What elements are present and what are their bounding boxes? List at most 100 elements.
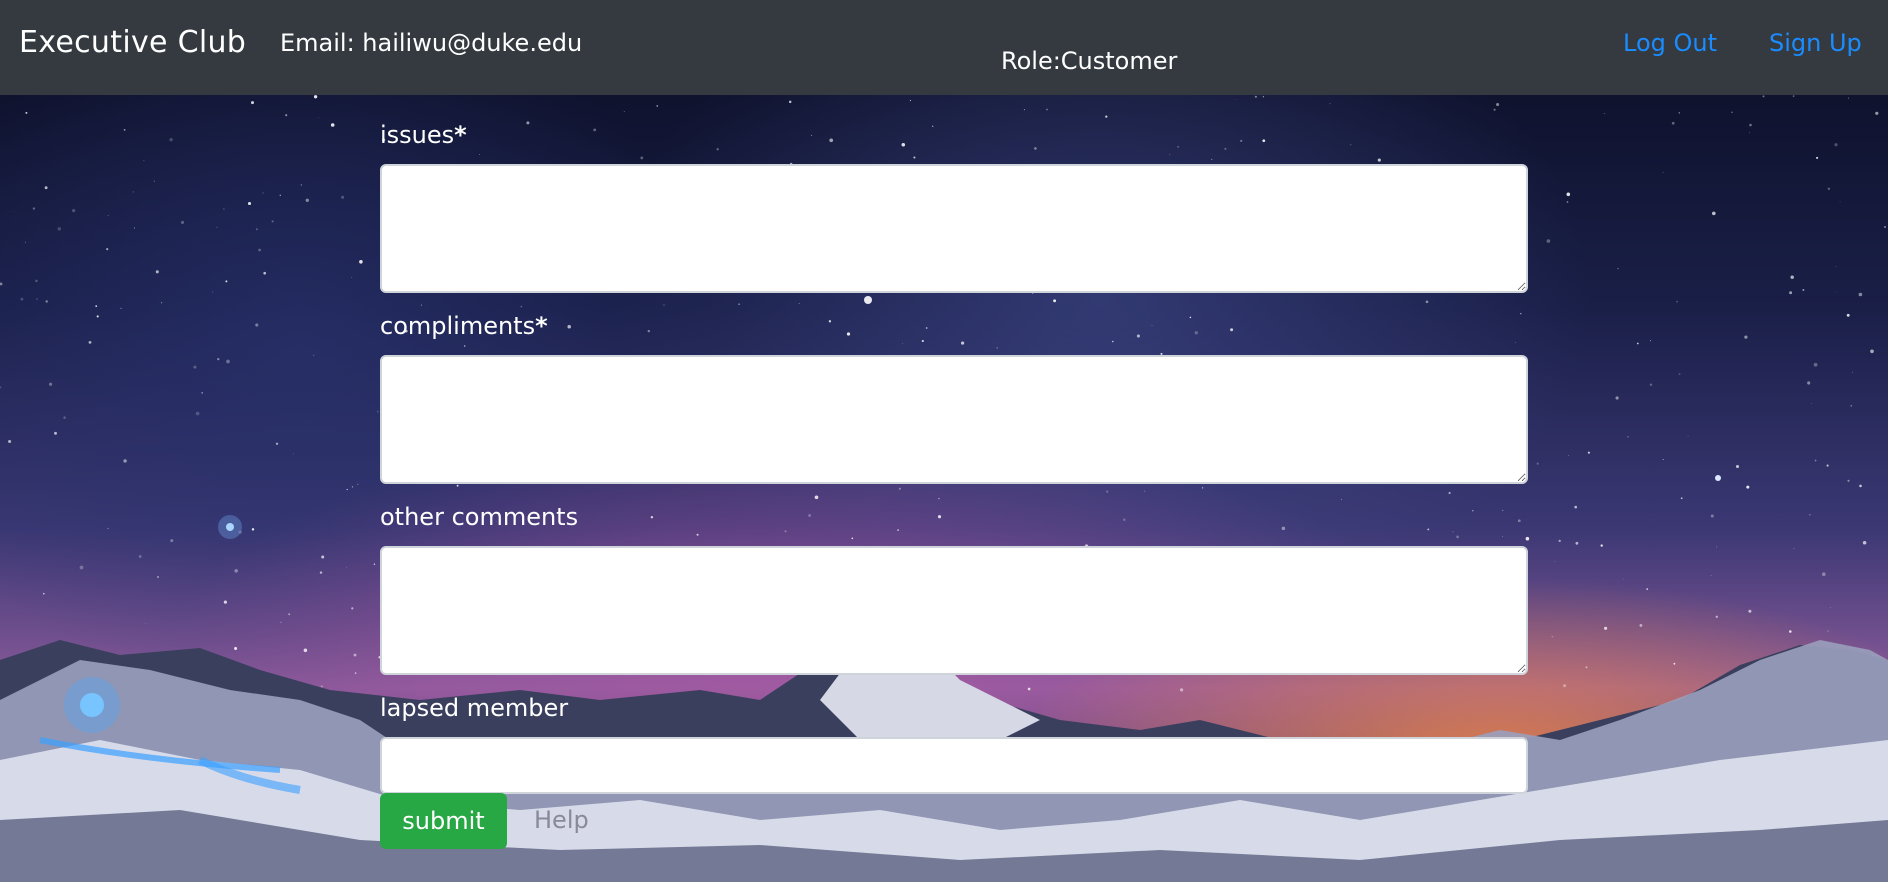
star — [279, 194, 282, 197]
other-comments-label: other comments — [380, 502, 1528, 532]
star — [1546, 239, 1551, 243]
other-comments-label-text: other comments — [380, 503, 579, 531]
star — [13, 210, 14, 212]
star — [1875, 111, 1879, 115]
star — [1558, 539, 1561, 543]
star — [1827, 187, 1831, 191]
star — [217, 357, 220, 361]
star — [1858, 292, 1863, 297]
signup-link[interactable]: Sign Up — [1769, 29, 1862, 57]
star — [1615, 396, 1619, 400]
star — [1574, 505, 1578, 509]
issues-label: issues* — [380, 120, 1528, 150]
submit-button[interactable]: submit — [380, 793, 507, 849]
star — [788, 100, 792, 104]
star — [251, 101, 254, 105]
star — [157, 576, 159, 578]
star — [123, 459, 127, 463]
star — [170, 539, 174, 543]
star — [45, 300, 48, 303]
star — [623, 111, 625, 112]
other-comments-textarea[interactable] — [380, 546, 1528, 675]
star — [351, 277, 353, 278]
star — [1710, 575, 1712, 576]
star — [318, 116, 319, 118]
star — [263, 271, 267, 275]
star — [32, 207, 36, 210]
star — [72, 208, 76, 213]
star — [1496, 102, 1500, 107]
star — [1676, 301, 1678, 303]
star — [25, 111, 28, 114]
star — [909, 100, 911, 102]
star — [1603, 113, 1605, 115]
lapsed-member-label: lapsed member — [380, 693, 1528, 723]
star — [1023, 109, 1025, 111]
star — [1680, 497, 1683, 500]
star — [346, 566, 347, 568]
star — [1262, 96, 1265, 98]
star — [271, 220, 274, 223]
star — [255, 228, 258, 231]
star — [258, 248, 261, 252]
star — [280, 621, 282, 623]
star — [120, 307, 122, 310]
star — [1105, 115, 1108, 118]
star — [1870, 349, 1874, 354]
star — [255, 323, 259, 327]
user-email: Email: hailiwu@duke.edu — [280, 29, 583, 57]
star — [1793, 548, 1795, 550]
star — [0, 386, 2, 389]
star — [223, 600, 227, 604]
compliments-label: compliments* — [380, 311, 1528, 341]
help-link[interactable]: Help — [534, 806, 589, 834]
star — [1662, 172, 1664, 173]
star — [107, 527, 109, 529]
star — [1834, 143, 1838, 147]
star — [1807, 381, 1811, 385]
star — [1622, 578, 1624, 580]
star — [1826, 464, 1829, 467]
star — [303, 648, 308, 653]
star — [251, 528, 255, 531]
star — [155, 270, 159, 274]
star — [1600, 544, 1603, 547]
issues-textarea[interactable] — [380, 164, 1528, 293]
star — [234, 647, 238, 650]
star — [106, 248, 109, 251]
star — [1587, 451, 1590, 454]
star — [320, 685, 323, 688]
star — [195, 411, 200, 416]
star — [1735, 464, 1740, 469]
star — [123, 129, 126, 131]
star — [1604, 626, 1608, 630]
star — [36, 298, 38, 300]
star — [1830, 607, 1831, 609]
lapsed-member-input[interactable] — [380, 737, 1528, 794]
star — [1859, 484, 1862, 488]
issues-label-text: issues — [380, 121, 455, 149]
star — [656, 105, 658, 107]
star — [353, 653, 357, 657]
brand-title[interactable]: Executive Club — [19, 25, 246, 60]
star — [1650, 340, 1651, 342]
star — [1563, 684, 1567, 688]
star — [341, 195, 345, 199]
star — [180, 220, 185, 224]
star — [1566, 201, 1569, 203]
star — [1839, 201, 1841, 203]
star — [1884, 226, 1886, 228]
star — [35, 279, 38, 283]
star — [138, 555, 142, 558]
star — [57, 227, 62, 231]
star — [96, 315, 99, 318]
required-mark: * — [535, 312, 548, 340]
star — [1493, 108, 1496, 111]
star — [300, 184, 303, 186]
star — [357, 483, 359, 486]
star — [95, 305, 98, 307]
compliments-textarea[interactable] — [380, 355, 1528, 484]
star — [1536, 462, 1539, 465]
logout-link[interactable]: Log Out — [1623, 29, 1717, 57]
star — [107, 214, 109, 216]
